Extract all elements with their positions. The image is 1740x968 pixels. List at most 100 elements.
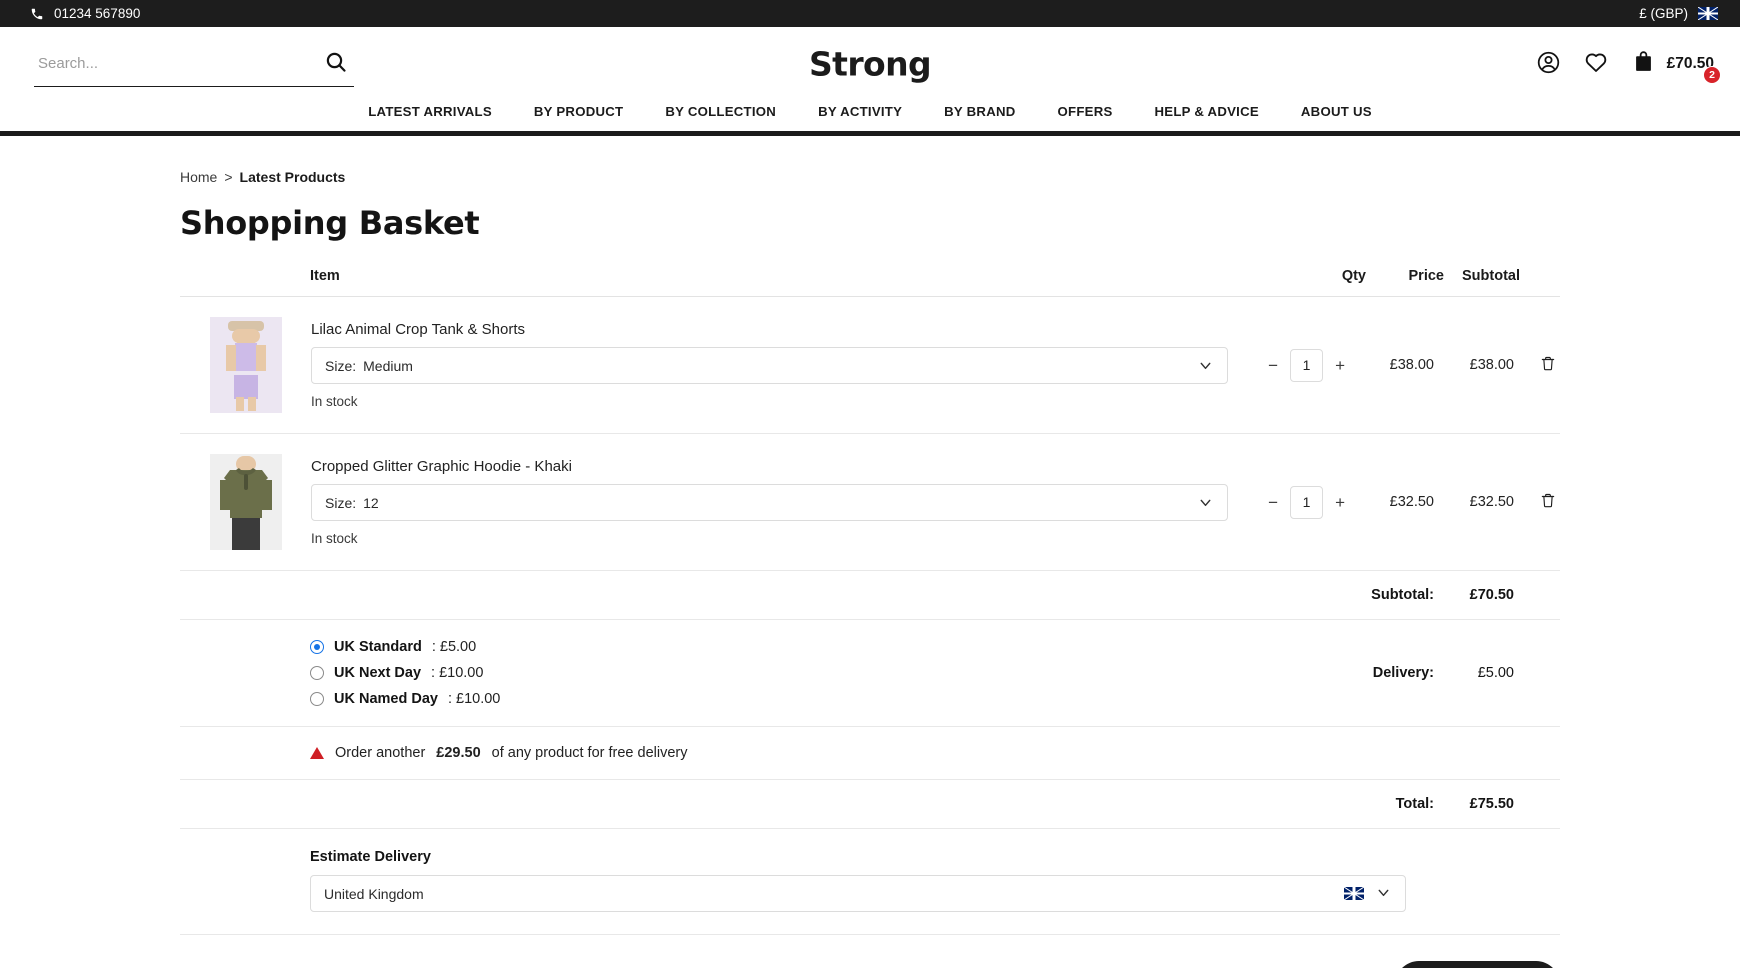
delivery-options-row: UK Standard : £5.00 UK Next Day : £10.00… [180,620,1560,727]
basket-table-header: Item Qty Price Subtotal [180,268,1560,297]
delivery-option-price: : £10.00 [431,665,484,681]
delivery-option-uk-next-day[interactable]: UK Next Day : £10.00 [310,660,500,686]
delivery-value: £5.00 [1477,665,1514,681]
size-select[interactable]: Size: Medium [311,347,1228,384]
search-input[interactable] [38,55,320,72]
size-value: Medium [363,357,413,374]
radio-uk-next-day[interactable] [310,666,324,680]
country-select-adornments [1344,884,1392,904]
wishlist-button[interactable] [1583,49,1609,78]
account-button[interactable] [1536,50,1561,78]
checkout-button[interactable]: CHECKOUT [1395,961,1560,968]
notice-amount: £29.50 [436,745,481,761]
country-select[interactable]: United Kingdom [310,875,1406,912]
uk-flag-icon [1698,7,1718,20]
subtotal-value: £70.50 [1469,587,1514,603]
basket-row: Cropped Glitter Graphic Hoodie - Khaki S… [180,434,1560,571]
notice-prefix: Order another [335,745,426,761]
delivery-option-uk-standard[interactable]: UK Standard : £5.00 [310,634,500,660]
radio-uk-standard[interactable] [310,640,324,654]
stock-status: In stock [311,531,358,546]
summary-subtotal-row: Subtotal: £70.50 [180,571,1560,620]
phone-icon [30,7,44,21]
quantity-input[interactable] [1290,348,1324,382]
product-thumbnail-khaki-hoodie[interactable] [210,454,282,550]
total-label: Total: [1395,796,1434,812]
search-button[interactable] [320,50,352,77]
nav-item-latest-arrivals[interactable]: LATEST ARRIVALS [368,104,492,119]
product-thumbnail-lilac-crop-tank[interactable] [210,317,282,413]
country-value: United Kingdom [324,885,424,902]
delivery-option-price: : £5.00 [431,639,477,655]
warning-triangle-icon [310,747,324,759]
chevron-down-icon [1197,494,1214,511]
remove-item-cell [1514,492,1560,512]
item-details: Cropped Glitter Graphic Hoodie - Khaki S… [311,458,1228,546]
account-icon [1536,50,1561,78]
total-value: £75.50 [1469,796,1514,812]
estimate-delivery-block: Estimate Delivery United Kingdom [310,849,1560,912]
remove-item-button[interactable] [1540,492,1556,512]
quantity-decrease-button[interactable]: − [1265,492,1281,513]
column-header-price: Price [1408,268,1444,284]
page-title: Shopping Basket [180,204,480,242]
column-header-subtotal: Subtotal [1462,268,1520,284]
remove-item-button[interactable] [1540,355,1556,375]
size-select[interactable]: Size: 12 [311,484,1228,521]
top-utility-bar: 01234 567890 £ (GBP) [0,0,1740,27]
uk-flag-icon [1344,887,1364,900]
nav-item-by-activity[interactable]: BY ACTIVITY [818,104,902,119]
quantity-input[interactable] [1290,485,1324,519]
remove-item-cell [1514,355,1560,375]
item-details: Lilac Animal Crop Tank & Shorts Size: Me… [311,321,1228,409]
site-logo[interactable]: Strong [809,44,932,83]
content-container: Home > Latest Products Shopping Basket I… [90,169,1650,968]
column-header-item: Item [310,268,340,284]
nav-item-offers[interactable]: OFFERS [1058,104,1113,119]
basket-button[interactable]: 2 £70.50 [1631,49,1721,84]
free-delivery-notice-row: Order another £29.50 of any product for … [180,727,1560,780]
basket-row: Lilac Animal Crop Tank & Shorts Size: Me… [180,297,1560,434]
nav-item-by-brand[interactable]: BY BRAND [944,104,1015,119]
quantity-increase-button[interactable]: + [1332,355,1348,376]
basket-count-badge: 2 [1703,65,1721,84]
page-body: Home > Latest Products Shopping Basket I… [0,136,1740,968]
size-label: Size: [325,494,357,511]
breadcrumb-home[interactable]: Home [180,169,217,185]
currency-selector[interactable]: £ (GBP) [1639,6,1718,21]
item-subtotal: £32.50 [1469,494,1514,510]
item-price: £32.50 [1389,494,1434,510]
notice-suffix: of any product for free delivery [491,745,688,761]
quantity-decrease-button[interactable]: − [1265,355,1281,376]
phone-number: 01234 567890 [54,6,141,21]
basket-actions: UPDATE BASKET CHECKOUT [180,935,1560,968]
chevron-down-icon [1375,884,1392,904]
breadcrumb-current: Latest Products [239,169,346,185]
estimate-delivery-row: Estimate Delivery United Kingdom [180,829,1560,935]
delivery-option-name: UK Named Day [334,691,438,707]
delivery-option-uk-named-day[interactable]: UK Named Day : £10.00 [310,686,500,712]
delivery-option-name: UK Next Day [334,665,422,681]
item-name[interactable]: Cropped Glitter Graphic Hoodie - Khaki [311,458,1228,475]
basket-table: Item Qty Price Subtotal Lilac Animal Cro… [180,268,1560,968]
delivery-option-price: : £10.00 [447,691,501,707]
trash-icon [1540,492,1556,512]
quantity-increase-button[interactable]: + [1332,492,1348,513]
phone-contact[interactable]: 01234 567890 [30,6,140,21]
breadcrumb: Home > Latest Products [180,169,1560,185]
item-name[interactable]: Lilac Animal Crop Tank & Shorts [311,321,1228,338]
nav-item-about-us[interactable]: ABOUT US [1301,104,1372,119]
breadcrumb-separator: > [224,169,233,185]
delivery-option-name: UK Standard [334,639,422,655]
chevron-down-icon [1197,357,1214,374]
column-header-qty: Qty [1341,268,1366,284]
nav-item-by-product[interactable]: BY PRODUCT [534,104,623,119]
radio-uk-named-day[interactable] [310,692,324,706]
trash-icon [1540,355,1556,375]
search-bar[interactable] [34,46,354,87]
nav-item-help-advice[interactable]: HELP & ADVICE [1155,104,1259,119]
nav-item-by-collection[interactable]: BY COLLECTION [665,104,776,119]
currency-label: £ (GBP) [1639,6,1688,21]
stock-status: In stock [311,394,358,409]
free-delivery-notice: Order another £29.50 of any product for … [310,745,688,761]
